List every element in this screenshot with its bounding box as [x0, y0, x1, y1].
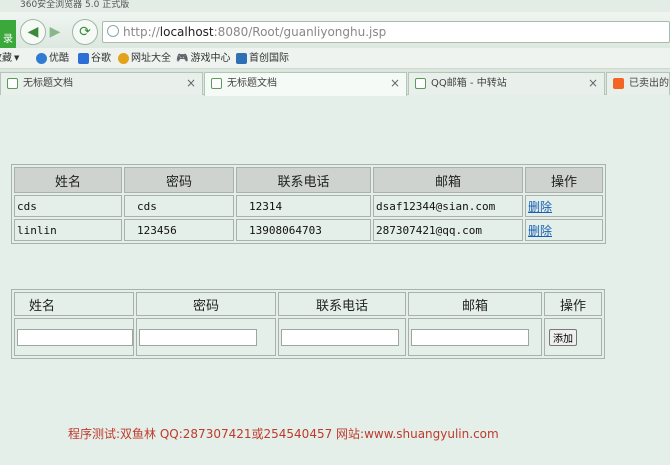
- page-icon: [7, 78, 18, 89]
- chevron-down-icon: ▼: [14, 54, 20, 62]
- cell-email: 287307421@qq.com: [373, 219, 523, 241]
- bookmark-label: 谷歌: [91, 53, 111, 64]
- phone-input[interactable]: [281, 328, 399, 346]
- close-icon[interactable]: ×: [186, 73, 196, 94]
- tab-label: 已卖出的宝: [629, 78, 669, 89]
- delete-link[interactable]: 删除: [528, 224, 552, 238]
- back-arrow-icon: ◀: [27, 24, 39, 40]
- taobao-icon: [613, 78, 624, 89]
- refresh-button[interactable]: ⟳: [72, 19, 98, 45]
- column-header-email: 邮箱: [408, 292, 542, 316]
- url-host: localhost: [159, 25, 214, 39]
- tab-bar: 无标题文档 × 无标题文档 × QQ邮箱 - 中转站 × 已卖出的宝: [0, 69, 670, 96]
- email-input[interactable]: [411, 328, 529, 346]
- gamepad-icon: 🎮: [176, 53, 189, 64]
- forward-arrow-icon: ▶: [49, 24, 61, 40]
- url-path: :8080/Root/guanliyonghu.jsp: [213, 25, 387, 39]
- bookmarks-bar: 收藏 ▼ 优酷 谷歌 网址大全 🎮 游戏中心 首创国际: [0, 48, 670, 69]
- bookmark-label: 优酷: [49, 53, 69, 64]
- add-user-table: 姓名 密码 联系电话 邮箱 操作 添加: [11, 289, 605, 359]
- cell-email: [408, 318, 542, 356]
- cell-action: 删除: [525, 219, 603, 241]
- forward-button[interactable]: ▶: [44, 21, 66, 43]
- column-header-phone: 联系电话: [236, 167, 371, 193]
- tab-label: 无标题文档: [227, 78, 277, 89]
- cell-phone: 13908064703: [236, 219, 371, 241]
- table-header-row: 姓名 密码 联系电话 邮箱 操作: [14, 292, 602, 316]
- close-icon[interactable]: ×: [390, 73, 400, 94]
- cell-password: [136, 318, 276, 356]
- browser-logo[interactable]: 录: [0, 20, 16, 50]
- close-icon[interactable]: ×: [588, 73, 598, 94]
- tab-untitled-2[interactable]: 无标题文档 ×: [204, 72, 407, 96]
- bookmark-favorites[interactable]: 收藏 ▼: [0, 48, 19, 69]
- shouchuang-icon: [236, 53, 247, 64]
- google-icon: [78, 53, 89, 64]
- page-icon: [415, 78, 426, 89]
- cell-name: linlin: [14, 219, 122, 241]
- column-header-email: 邮箱: [373, 167, 523, 193]
- back-button[interactable]: ◀: [20, 19, 46, 45]
- column-header-phone: 联系电话: [278, 292, 406, 316]
- page-icon: [211, 78, 222, 89]
- table-header-row: 姓名 密码 联系电话 邮箱 操作: [14, 167, 603, 193]
- cell-phone: 12314: [236, 195, 371, 217]
- tab-untitled-1[interactable]: 无标题文档 ×: [0, 72, 203, 95]
- name-input[interactable]: [17, 328, 133, 346]
- cell-name: [14, 318, 134, 356]
- page-content: 姓名 密码 联系电话 邮箱 操作 cds cds 12314 dsaf12344…: [0, 96, 670, 465]
- column-header-action: 操作: [525, 167, 603, 193]
- navigation-bar: 录 ◀ ▶ ⟳ http://localhost:8080/Root/guanl…: [0, 12, 670, 50]
- footer-credits: 程序测试:双鱼林 QQ:287307421或254540457 网站:www.s…: [68, 427, 499, 441]
- bookmark-label: 收藏: [0, 53, 12, 64]
- bookmark-site-directory[interactable]: 网址大全: [118, 48, 171, 69]
- password-input[interactable]: [139, 328, 257, 346]
- add-user-row: 添加: [14, 318, 602, 356]
- address-bar[interactable]: http://localhost:8080/Root/guanliyonghu.…: [102, 21, 670, 43]
- youku-icon: [36, 53, 47, 64]
- column-header-name: 姓名: [14, 292, 134, 316]
- tab-label: QQ邮箱 - 中转站: [431, 78, 507, 89]
- tab-qq-mail[interactable]: QQ邮箱 - 中转站 ×: [408, 72, 605, 95]
- bookmark-youku[interactable]: 优酷: [36, 48, 69, 69]
- cell-action: 添加: [544, 318, 602, 356]
- refresh-icon: ⟳: [79, 24, 91, 40]
- bookmark-shouchuang[interactable]: 首创国际: [236, 48, 289, 69]
- cell-password: 123456: [124, 219, 234, 241]
- bookmark-label: 首创国际: [249, 53, 289, 64]
- bookmark-google[interactable]: 谷歌: [78, 48, 111, 69]
- cell-phone: [278, 318, 406, 356]
- column-header-name: 姓名: [14, 167, 122, 193]
- users-table: 姓名 密码 联系电话 邮箱 操作 cds cds 12314 dsaf12344…: [11, 164, 606, 244]
- tab-taobao-sold[interactable]: 已卖出的宝: [606, 72, 670, 95]
- star-icon: [118, 53, 129, 64]
- cell-email: dsaf12344@sian.com: [373, 195, 523, 217]
- column-header-password: 密码: [136, 292, 276, 316]
- tab-label: 无标题文档: [23, 78, 73, 89]
- cell-name: cds: [14, 195, 122, 217]
- window-title: 360安全浏览器 5.0 正式版: [0, 0, 670, 12]
- table-row: linlin 123456 13908064703 287307421@qq.c…: [14, 219, 603, 241]
- page-globe-icon: [107, 25, 119, 37]
- add-button[interactable]: 添加: [549, 328, 577, 346]
- cell-password: cds: [124, 195, 234, 217]
- delete-link[interactable]: 删除: [528, 200, 552, 214]
- column-header-password: 密码: [124, 167, 234, 193]
- url-prefix: http://: [123, 25, 160, 39]
- bookmark-label: 网址大全: [131, 53, 171, 64]
- cell-action: 删除: [525, 195, 603, 217]
- table-row: cds cds 12314 dsaf12344@sian.com 删除: [14, 195, 603, 217]
- bookmark-label: 游戏中心: [190, 53, 231, 64]
- column-header-action: 操作: [544, 292, 602, 316]
- bookmark-game-center[interactable]: 🎮 游戏中心: [176, 48, 230, 69]
